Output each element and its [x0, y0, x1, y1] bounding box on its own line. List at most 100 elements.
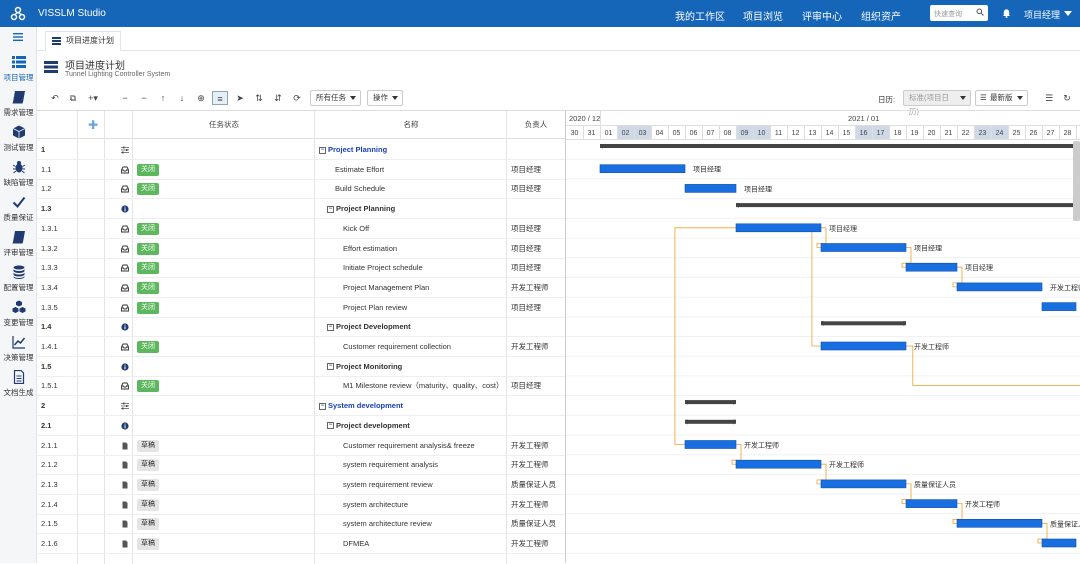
summary-bar[interactable]	[685, 400, 736, 405]
calendar-select[interactable]: 标准(项目日历)	[903, 90, 971, 116]
nav-org-assets[interactable]: 组织资产	[861, 8, 901, 23]
collapse-icon[interactable]: −	[327, 205, 334, 213]
sidebar-item-review[interactable]: 评审管理	[0, 230, 37, 265]
table-row[interactable]: 2.1 − Project development	[37, 416, 565, 436]
send-icon[interactable]: ➤	[232, 91, 248, 105]
sort-desc-icon[interactable]: ⇵	[270, 91, 286, 105]
task-bar[interactable]	[1041, 302, 1077, 311]
sidebar-item-testing[interactable]: 测试管理	[0, 125, 37, 160]
sidebar-item-defects[interactable]: 缺陷管理	[0, 160, 37, 195]
table-row[interactable]: 2.1.2 草稿 system requirement analysis 开发工程师	[37, 455, 565, 476]
vertical-scrollbar[interactable]	[1073, 141, 1080, 221]
inbox-icon[interactable]	[121, 382, 129, 390]
table-row[interactable]: 1.3 − Project Planning	[37, 199, 565, 220]
task-bar[interactable]	[599, 164, 686, 174]
undo-icon[interactable]: ↶	[47, 91, 63, 105]
nav-review-center[interactable]: 评审中心	[802, 8, 842, 23]
task-bar[interactable]	[820, 243, 907, 252]
table-row[interactable]: 2.1.6 草稿 DFMEA 开发工程师	[37, 534, 565, 554]
table-row[interactable]: 2.1.3 草稿 system requirement review 质量保证人员	[37, 475, 565, 495]
collapse-icon[interactable]: −	[319, 402, 326, 410]
task-bar[interactable]	[684, 440, 737, 449]
move-up-icon[interactable]: ↑	[155, 91, 171, 105]
file-icon[interactable]	[121, 481, 129, 489]
table-row[interactable]: 1.2 关闭 Build Schedule 项目经理	[37, 179, 565, 200]
table-row[interactable]: 2.1.4 草稿 system architecture 开发工程师	[37, 495, 565, 515]
table-row[interactable]: 2 − System development	[37, 396, 565, 417]
operations-menu[interactable]: 操作	[367, 90, 403, 106]
target-icon[interactable]: ⊕	[193, 91, 209, 105]
sidebar-item-project[interactable]: 项目管理	[0, 55, 37, 90]
refresh-icon[interactable]: ⟳	[289, 91, 305, 105]
file-icon[interactable]	[121, 501, 129, 509]
file-icon[interactable]	[121, 520, 129, 528]
sliders-icon[interactable]	[121, 146, 129, 154]
inbox-icon[interactable]	[121, 264, 129, 272]
table-row[interactable]: 2.1.1 草稿 Customer requirement analysis& fr…	[37, 436, 565, 456]
nav-workspace[interactable]: 我的工作区	[675, 8, 725, 23]
nav-project-browse[interactable]: 项目浏览	[743, 8, 783, 23]
gantt-canvas[interactable]: 2020 / 12 2021 / 01 30 31 01 02 03 04 05 06 07 08 09…	[566, 111, 1080, 563]
column-name[interactable]: 名称	[315, 111, 507, 139]
add-row-icon[interactable]: ✚	[81, 111, 105, 139]
task-bar[interactable]	[735, 223, 822, 233]
task-bar[interactable]	[820, 341, 907, 351]
task-bar[interactable]	[956, 518, 1043, 528]
inbox-icon[interactable]	[121, 343, 129, 351]
inbox-icon[interactable]	[121, 185, 129, 193]
column-owner[interactable]: 负责人	[507, 111, 565, 139]
task-bar[interactable]	[905, 499, 958, 508]
file-icon[interactable]	[121, 442, 129, 450]
summary-bar[interactable]	[736, 203, 1076, 208]
info-icon[interactable]	[121, 363, 129, 371]
file-icon[interactable]	[121, 461, 129, 469]
task-bar[interactable]	[735, 459, 822, 469]
database-icon[interactable]: ☰	[1041, 91, 1057, 105]
align-left-icon[interactable]: ≡	[212, 91, 228, 105]
logo-icon[interactable]	[10, 6, 26, 22]
table-row[interactable]: 1.5 − Project Monitoring	[37, 357, 565, 377]
copy-icon[interactable]: ⧉	[65, 91, 81, 105]
task-bar[interactable]	[905, 262, 958, 272]
table-row[interactable]: 1.3.3 关闭 Initiate Project schedule 项目经理	[37, 258, 565, 279]
task-bar[interactable]	[1041, 538, 1077, 548]
quick-search-input[interactable]: 快速查询	[930, 5, 988, 21]
task-bar[interactable]	[820, 479, 907, 489]
sidebar-item-decision[interactable]: 决策管理	[0, 335, 37, 370]
inbox-icon[interactable]	[121, 225, 129, 233]
inbox-icon[interactable]	[121, 166, 129, 174]
menu-toggle-icon[interactable]	[13, 33, 23, 41]
summary-bar[interactable]	[600, 144, 1076, 148]
file-icon[interactable]	[121, 540, 129, 548]
info-icon[interactable]	[121, 323, 129, 331]
reload-icon[interactable]: ↻	[1059, 91, 1075, 105]
inbox-icon[interactable]	[121, 284, 129, 292]
table-row[interactable]: 2.1.5 草稿 system architecture review 质量保证人员	[37, 514, 565, 535]
collapse-icon[interactable]: −	[327, 363, 334, 371]
remove-icon[interactable]: −	[117, 91, 133, 105]
summary-bar[interactable]	[821, 321, 906, 326]
tab-schedule[interactable]: 项目进度计划	[45, 31, 121, 51]
task-bar[interactable]	[684, 184, 737, 193]
collapse-icon[interactable]: −	[319, 146, 326, 154]
table-row[interactable]: 1.5.1 关闭 M1 Milestone review（maturity、qual…	[37, 376, 565, 397]
table-row[interactable]: 1.3.4 关闭 Project Management Plan 开发工程师	[37, 278, 565, 298]
summary-bar[interactable]	[685, 419, 736, 424]
search-icon[interactable]	[976, 8, 984, 16]
version-select[interactable]: ☰ 最新版	[975, 90, 1028, 106]
column-status[interactable]: 任务状态	[133, 111, 315, 139]
inbox-icon[interactable]	[121, 304, 129, 312]
table-row[interactable]: 1.3.1 关闭 Kick Off 项目经理	[37, 219, 565, 239]
table-row[interactable]: 1.3.2 关闭 Effort estimation 项目经理	[37, 239, 565, 259]
collapse-icon[interactable]: −	[327, 422, 334, 430]
table-row[interactable]: 1.1 关闭 Estimate Effort 项目经理	[37, 160, 565, 180]
table-row[interactable]: 1 − Project Planning	[37, 140, 565, 160]
info-icon[interactable]	[121, 422, 129, 430]
move-down-icon[interactable]: ↓	[174, 91, 190, 105]
task-filter-select[interactable]: 所有任务	[310, 90, 361, 106]
sidebar-item-config[interactable]: 配置管理	[0, 265, 37, 300]
task-bar[interactable]	[956, 282, 1043, 292]
add-icon[interactable]: +▾	[85, 91, 101, 105]
table-row[interactable]: 1.4 − Project Development	[37, 317, 565, 338]
sidebar-item-requirements[interactable]: 需求管理	[0, 90, 37, 125]
